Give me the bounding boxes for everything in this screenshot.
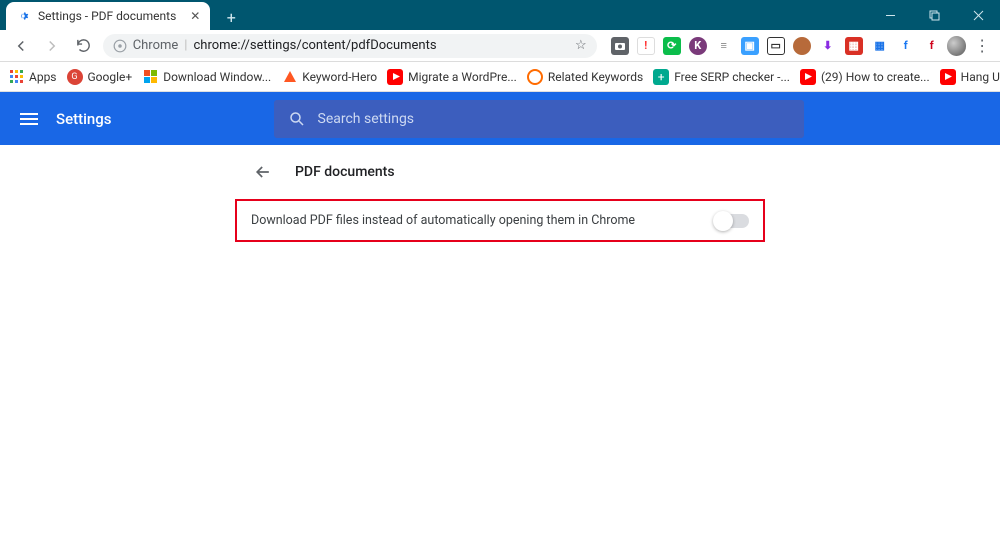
settings-app-title: Settings [56,110,112,128]
keyword-hero-icon [281,69,297,85]
bookmark-label: Download Window... [163,70,271,84]
settings-card: PDF documents Download PDF files instead… [235,145,765,242]
bookmark-item[interactable]: Related Keywords [527,69,643,85]
bookmarks-bar: Apps G Google+ Download Window... Keywor… [0,62,1000,92]
url-path: chrome://settings/content/pdfDocuments [193,38,436,53]
bookmark-label: Related Keywords [548,70,643,84]
ext-purple-icon[interactable]: K [689,37,707,55]
bookmark-item[interactable]: (29) How to create... [800,69,930,85]
ext-calendar-icon[interactable]: ▦ [871,37,889,55]
close-tab-icon[interactable]: ✕ [190,9,200,23]
windows-icon [142,69,158,85]
ext-download-icon[interactable]: ⬇ [819,37,837,55]
youtube-icon [387,69,403,85]
apps-label: Apps [29,70,57,84]
ext-red-f-icon[interactable]: f [923,37,941,55]
ext-green-icon[interactable]: ⟳ [663,37,681,55]
ext-lines-icon[interactable]: ≡ [715,37,733,55]
url-scheme: Chrome [133,38,179,53]
ext-blue-icon[interactable]: ▣ [741,37,759,55]
search-placeholder: Search settings [318,111,415,127]
bookmark-label: Hang Ups (Want Yo... [961,70,1000,84]
youtube-icon [940,69,956,85]
forward-button[interactable] [40,33,66,59]
related-keywords-icon [527,69,543,85]
back-button[interactable] [8,33,34,59]
settings-search-input[interactable]: Search settings [274,100,804,138]
extension-icons: ! ⟳ K ≡ ▣ ▭ ⬇ ▦ ▦ f f [611,37,941,55]
back-arrow-button[interactable] [253,162,273,182]
browser-toolbar: Chrome | chrome://settings/content/pdfDo… [0,30,1000,62]
bookmark-item[interactable]: Download Window... [142,69,271,85]
maximize-button[interactable] [912,0,956,30]
bookmark-item[interactable]: Keyword-Hero [281,69,377,85]
reload-button[interactable] [71,33,97,59]
page-header: PDF documents [235,145,765,199]
minimize-button[interactable] [868,0,912,30]
bookmark-item[interactable]: + Free SERP checker -... [653,69,790,85]
new-tab-button[interactable]: + [218,4,244,30]
youtube-icon [800,69,816,85]
window-controls [868,0,1000,30]
browser-tab[interactable]: Settings - PDF documents ✕ [6,2,210,30]
googleplus-icon: G [67,69,83,85]
url-separator: | [184,38,187,53]
bookmark-item[interactable]: Migrate a WordPre... [387,69,517,85]
bookmark-item[interactable]: Hang Ups (Want Yo... [940,69,1000,85]
browser-menu-button[interactable]: ⋮ [972,36,992,55]
ext-exclaim-icon[interactable]: ! [637,37,655,55]
bookmark-item[interactable]: G Google+ [67,69,133,85]
ext-red-icon[interactable]: ▦ [845,37,863,55]
bookmark-label: (29) How to create... [821,70,930,84]
apps-grid-icon [8,69,24,85]
search-icon [288,110,306,128]
bookmark-label: Migrate a WordPre... [408,70,517,84]
settings-header: Settings Search settings [0,92,1000,145]
serp-icon: + [653,69,669,85]
bookmark-label: Google+ [88,70,133,84]
gear-icon [16,9,30,23]
close-window-button[interactable] [956,0,1000,30]
menu-hamburger-icon[interactable] [20,113,38,125]
ext-camera-icon[interactable] [611,37,629,55]
settings-content: PDF documents Download PDF files instead… [0,145,1000,242]
chrome-icon [113,39,127,53]
ext-frame-icon[interactable]: ▭ [767,37,785,55]
ext-facebook-icon[interactable]: f [897,37,915,55]
bookmark-star-icon[interactable]: ☆ [575,38,587,53]
page-title: PDF documents [295,164,395,180]
pdf-download-toggle[interactable] [715,214,749,228]
bookmark-label: Keyword-Hero [302,70,377,84]
bookmark-label: Free SERP checker -... [674,70,790,84]
apps-button[interactable]: Apps [8,69,57,85]
tab-title: Settings - PDF documents [38,9,176,23]
address-bar[interactable]: Chrome | chrome://settings/content/pdfDo… [103,34,597,58]
window-titlebar: Settings - PDF documents ✕ + [0,0,1000,30]
pdf-download-setting-row: Download PDF files instead of automatica… [235,199,765,242]
ext-cookie-icon[interactable] [793,37,811,55]
setting-label: Download PDF files instead of automatica… [251,213,635,228]
profile-avatar[interactable] [947,36,967,56]
